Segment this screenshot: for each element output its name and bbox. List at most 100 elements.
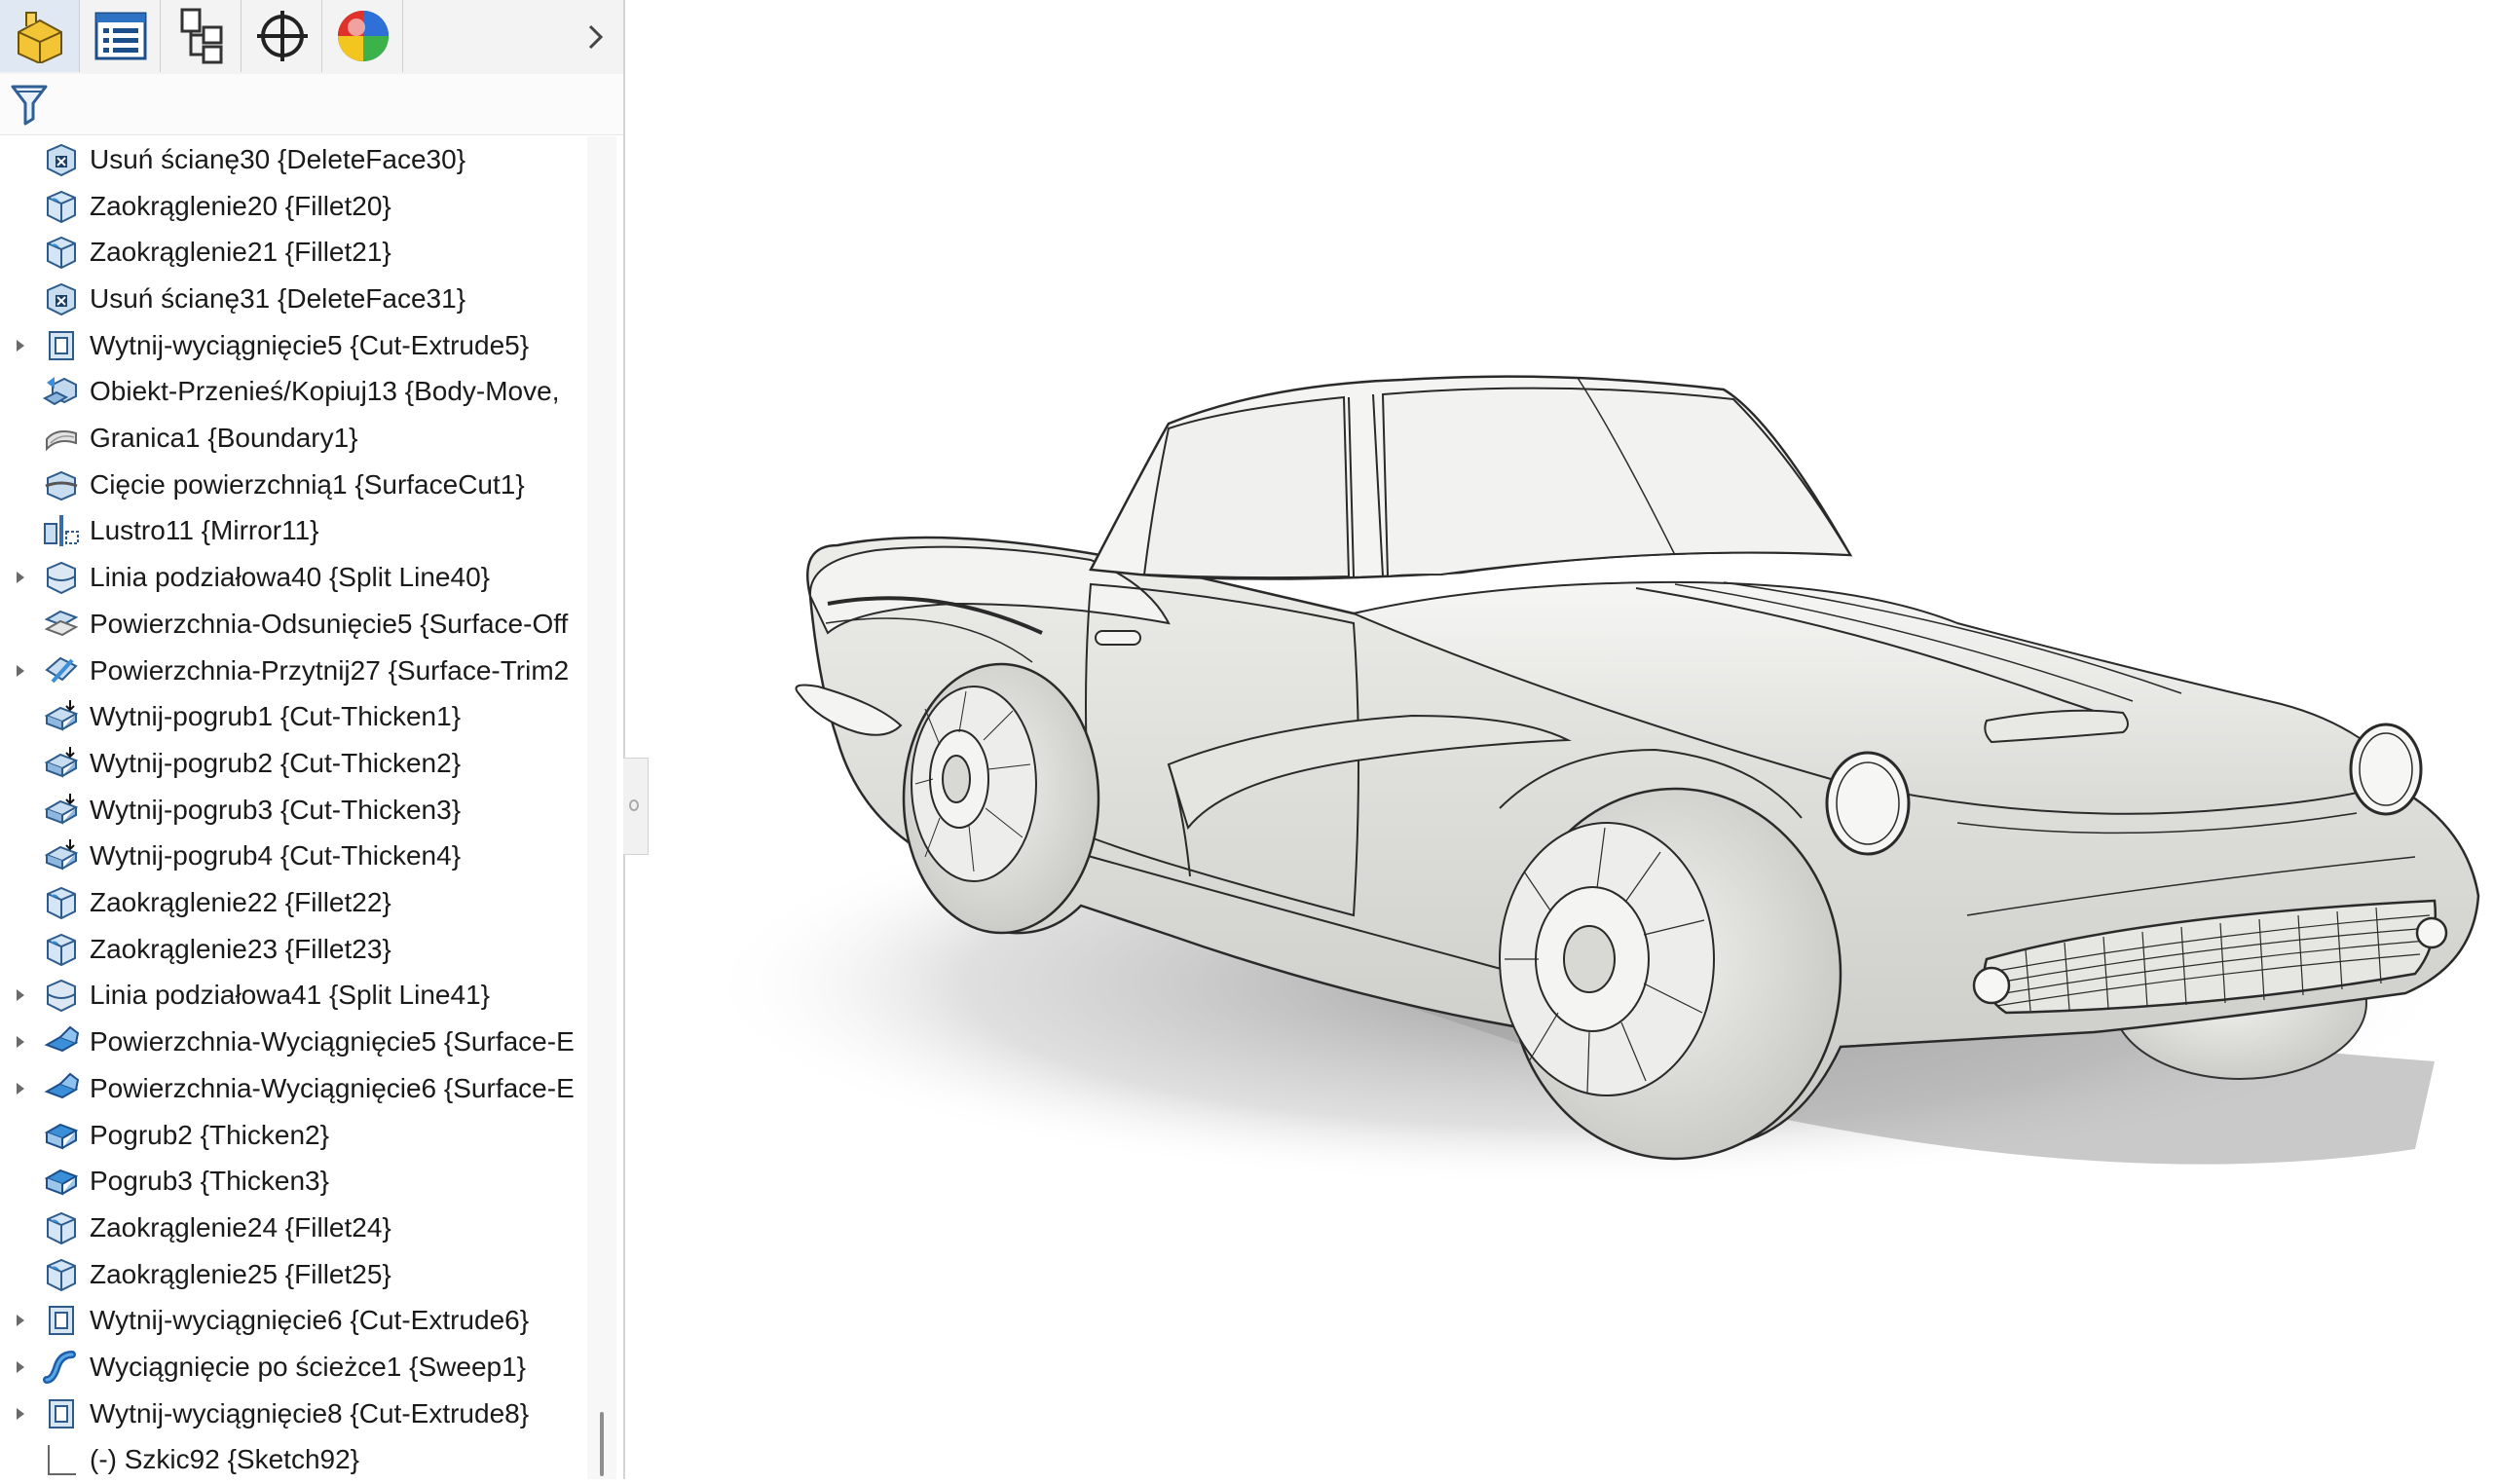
collapse-grip-icon	[629, 799, 639, 811]
feature-tree-item[interactable]: Pogrub3 {Thicken3}	[0, 1158, 584, 1205]
feature-label: Wyciągnięcie po ścieżce1 {Sweep1}	[90, 1352, 527, 1383]
expand-spacer	[0, 370, 41, 413]
cut-extrude-icon	[43, 1395, 80, 1432]
feature-tree-item[interactable]: Powierzchnia-Odsunięcie5 {Surface-Off	[0, 601, 584, 648]
left-headlight	[1825, 751, 1911, 856]
filter-button[interactable]	[10, 82, 49, 127]
property-list-icon	[94, 12, 146, 60]
mirror-icon	[43, 512, 80, 549]
feature-label: Zaokrąglenie23 {Fillet23}	[90, 933, 391, 964]
property-manager-tab[interactable]	[81, 0, 161, 72]
feature-tree-item[interactable]: Wytnij-pogrub3 {Cut-Thicken3}	[0, 787, 584, 834]
expand-arrow-icon[interactable]	[0, 1020, 41, 1063]
expand-spacer	[0, 138, 41, 181]
feature-tree-item[interactable]: Pogrub2 {Thicken2}	[0, 1112, 584, 1159]
expand-spacer	[0, 1206, 41, 1249]
expand-arrow-icon[interactable]	[0, 974, 41, 1017]
feature-tree-item[interactable]: Wytnij-pogrub1 {Cut-Thicken1}	[0, 693, 584, 740]
cut-thicken-icon	[43, 745, 80, 782]
cut-extrude-icon	[43, 327, 80, 364]
feature-tree-item[interactable]: Wytnij-wyciągnięcie5 {Cut-Extrude5}	[0, 322, 584, 369]
cut-thicken-icon	[43, 837, 80, 874]
expand-arrow-icon[interactable]	[0, 649, 41, 692]
fillet-icon	[43, 188, 80, 225]
feature-label: Pogrub3 {Thicken3}	[90, 1166, 329, 1197]
feature-tree-item[interactable]: Usuń ścianę30 {DeleteFace30}	[0, 136, 584, 183]
expand-arrow-icon[interactable]	[0, 556, 41, 599]
expand-spacer	[0, 603, 41, 646]
feature-tree-item[interactable]: Usuń ścianę31 {DeleteFace31}	[0, 276, 584, 322]
feature-tree-item[interactable]: Lustro11 {Mirror11}	[0, 508, 584, 555]
feature-label: Wytnij-pogrub4 {Cut-Thicken4}	[90, 840, 462, 872]
part-icon	[17, 12, 62, 63]
filter-icon	[11, 85, 48, 126]
feature-label: Wytnij-wyciągnięcie5 {Cut-Extrude5}	[90, 329, 530, 360]
feature-label: Usuń ścianę31 {DeleteFace31}	[90, 282, 466, 314]
feature-label: (-) Szkic92 {Sketch92}	[90, 1444, 360, 1475]
feature-label: Obiekt-Przenieś/Kopiuj13 {Body-Move,	[90, 376, 560, 407]
feature-tree-item[interactable]: Granica1 {Boundary1}	[0, 415, 584, 462]
cut-extrude-icon	[43, 1302, 80, 1339]
expand-arrow-icon[interactable]	[0, 1299, 41, 1342]
expand-arrow-icon[interactable]	[0, 1067, 41, 1110]
expand-spacer	[0, 1253, 41, 1296]
feature-tree-item[interactable]: Obiekt-Przenieś/Kopiuj13 {Body-Move,	[0, 369, 584, 416]
fillet-icon	[43, 884, 80, 921]
feature-tree-item[interactable]: Wyciągnięcie po ścieżce1 {Sweep1}	[0, 1344, 584, 1391]
feature-tree-item[interactable]: Zaokrąglenie25 {Fillet25}	[0, 1251, 584, 1298]
feature-tree-item[interactable]: Wytnij-wyciągnięcie6 {Cut-Extrude6}	[0, 1298, 584, 1345]
fillet-icon	[43, 1256, 80, 1293]
feature-label: Powierzchnia-Wyciągnięcie6 {Surface-E	[90, 1072, 575, 1103]
feature-tree-item[interactable]: Wytnij-pogrub4 {Cut-Thicken4}	[0, 834, 584, 880]
feature-tree-item[interactable]: Cięcie powierzchnią1 {SurfaceCut1}	[0, 462, 584, 508]
split-line-icon	[43, 977, 80, 1014]
feature-tree-item[interactable]: (-) Szkic92 {Sketch92}	[0, 1437, 584, 1479]
feature-tree-item[interactable]: Zaokrąglenie21 {Fillet21}	[0, 229, 584, 276]
expand-arrow-icon[interactable]	[0, 1392, 41, 1435]
delete-face-icon	[43, 141, 80, 178]
feature-tree-item[interactable]: Powierzchnia-Wyciągnięcie6 {Surface-E	[0, 1065, 584, 1112]
feature-label: Lustro11 {Mirror11}	[90, 515, 319, 546]
feature-label: Cięcie powierzchnią1 {SurfaceCut1}	[90, 468, 525, 500]
feature-tree-item[interactable]: Powierzchnia-Wyciągnięcie5 {Surface-E	[0, 1019, 584, 1065]
dimxpert-manager-tab[interactable]	[242, 0, 322, 72]
feature-manager-tab[interactable]	[0, 0, 80, 72]
feature-tree-item[interactable]: Zaokrąglenie24 {Fillet24}	[0, 1205, 584, 1251]
scrollbar-thumb[interactable]	[600, 1412, 604, 1476]
sketch-icon	[43, 1441, 80, 1478]
feature-tree-item[interactable]: Zaokrąglenie20 {Fillet20}	[0, 183, 584, 230]
move-copy-body-icon	[42, 373, 80, 410]
feature-label: Granica1 {Boundary1}	[90, 423, 358, 454]
feature-tree-item[interactable]: Wytnij-wyciągnięcie8 {Cut-Extrude8}	[0, 1391, 584, 1437]
display-manager-tab[interactable]	[323, 0, 403, 72]
configuration-manager-tab[interactable]	[162, 0, 242, 72]
expand-spacer	[0, 231, 41, 274]
feature-label: Pogrub2 {Thicken2}	[90, 1119, 329, 1150]
tree-scrollbar[interactable]	[587, 136, 616, 1479]
boundary-icon	[43, 420, 80, 457]
graphics-viewport[interactable]	[651, 0, 2493, 1479]
feature-tree: Usuń ścianę30 {DeleteFace30} Zaokrąglenie…	[0, 136, 584, 1479]
feature-label: Usuń ścianę30 {DeleteFace30}	[90, 143, 466, 174]
feature-label: Zaokrąglenie25 {Fillet25}	[90, 1258, 391, 1289]
crosshair-icon	[256, 11, 308, 61]
right-headlight	[2349, 723, 2423, 816]
fillet-icon	[43, 1209, 80, 1246]
feature-tree-item[interactable]: Zaokrąglenie23 {Fillet23}	[0, 926, 584, 973]
feature-tree-item[interactable]: Powierzchnia-Przytnij27 {Surface-Trim2	[0, 648, 584, 694]
surface-extrude-icon	[43, 1070, 80, 1107]
feature-label: Wytnij-wyciągnięcie6 {Cut-Extrude6}	[90, 1305, 530, 1336]
car-body-model[interactable]	[651, 0, 2493, 1479]
panel-collapse-handle[interactable]	[623, 758, 649, 855]
feature-tree-item[interactable]: Linia podziałowa41 {Split Line41}	[0, 973, 584, 1020]
expand-arrow-icon[interactable]	[0, 324, 41, 367]
expand-arrow-icon[interactable]	[0, 1346, 41, 1389]
more-tabs-button[interactable]	[577, 10, 615, 64]
feature-label: Powierzchnia-Odsunięcie5 {Surface-Off	[90, 608, 569, 639]
fillet-icon	[43, 234, 80, 271]
feature-label: Wytnij-pogrub3 {Cut-Thicken3}	[90, 794, 462, 825]
expand-spacer	[0, 185, 41, 228]
feature-tree-item[interactable]: Zaokrąglenie22 {Fillet22}	[0, 879, 584, 926]
feature-tree-item[interactable]: Wytnij-pogrub2 {Cut-Thicken2}	[0, 740, 584, 787]
feature-tree-item[interactable]: Linia podziałowa40 {Split Line40}	[0, 554, 584, 601]
